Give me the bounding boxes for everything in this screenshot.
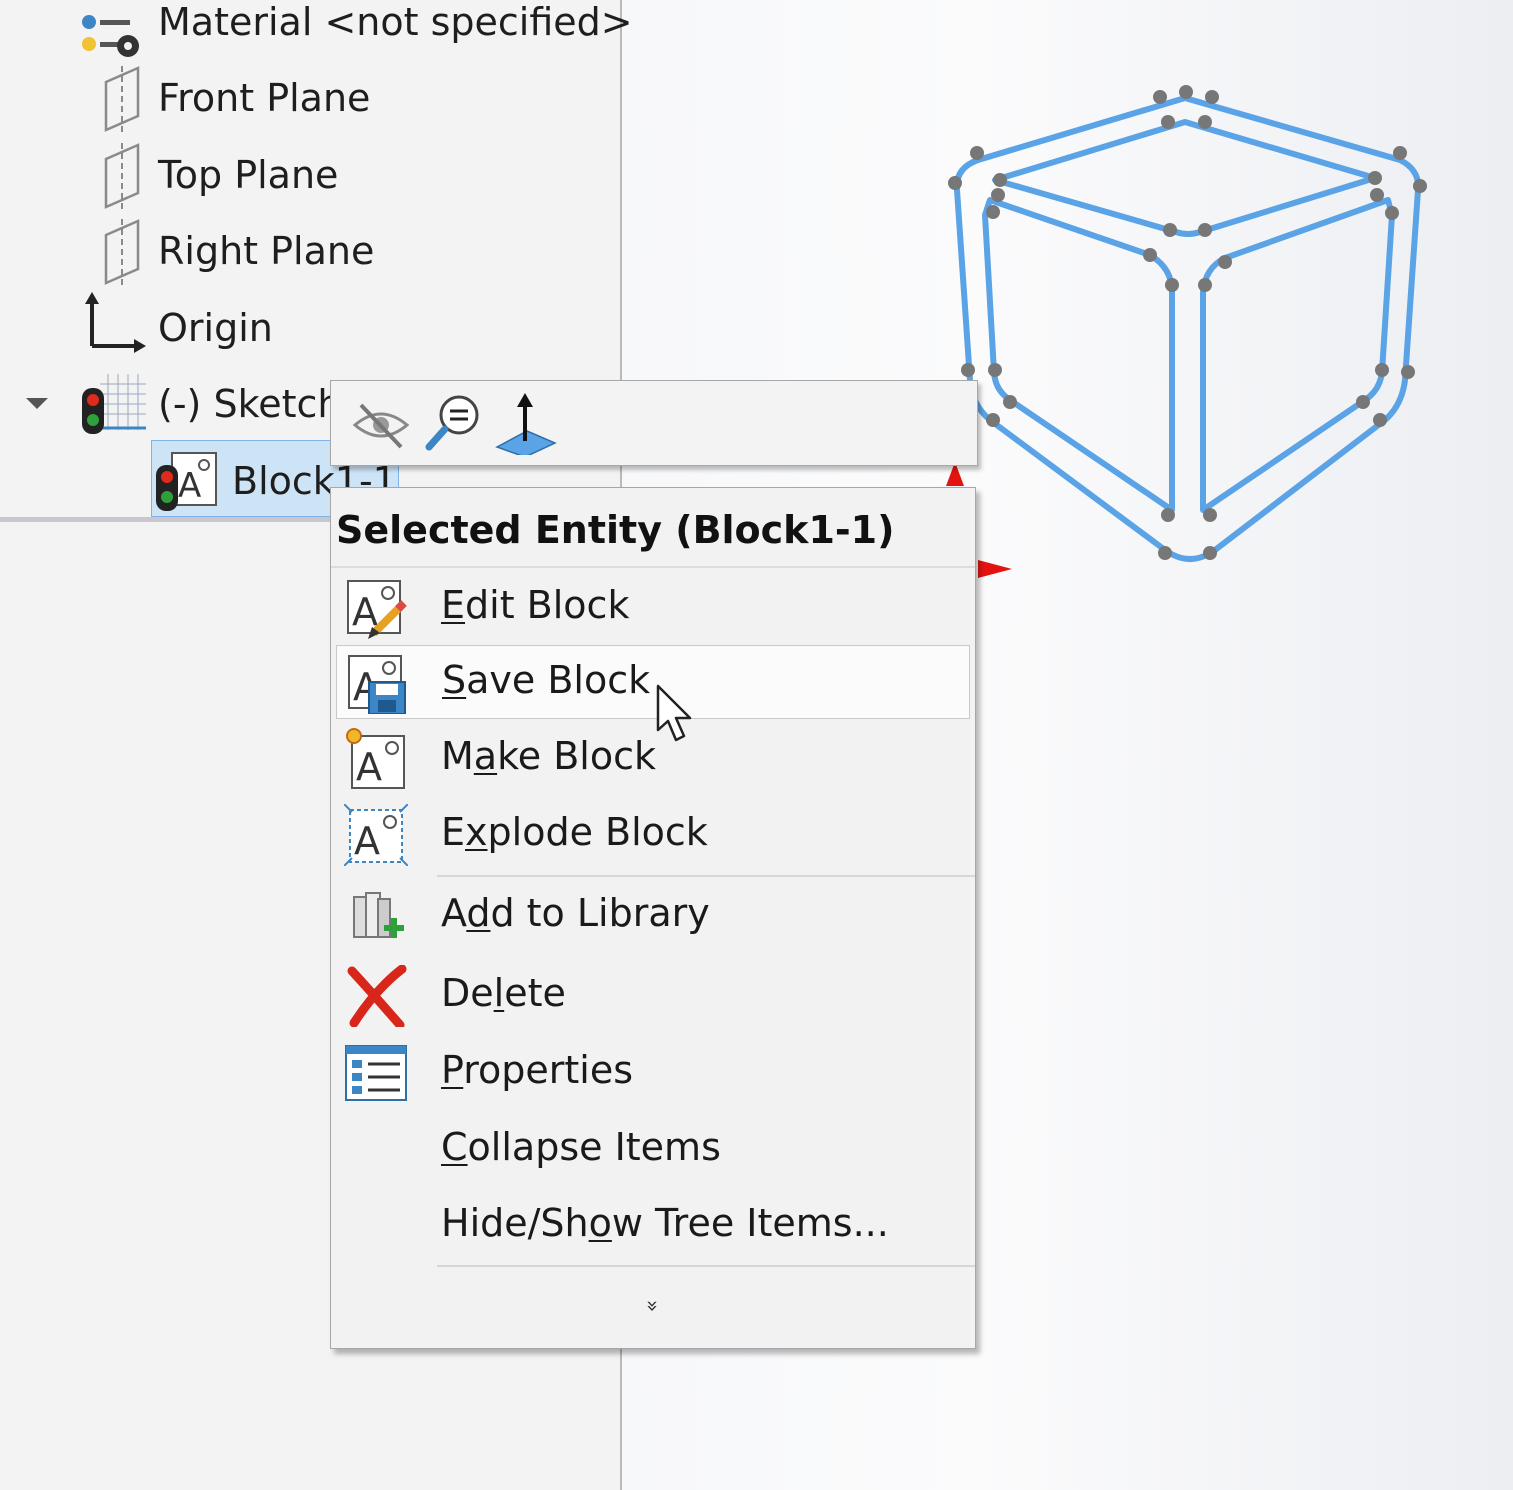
add-library-icon — [353, 892, 404, 938]
context-toolbar — [330, 380, 978, 466]
origin-icon — [85, 292, 146, 353]
plane-icon — [104, 143, 140, 209]
menu-item-edit-block[interactable]: A Edit Block — [336, 571, 970, 645]
material-icon — [82, 15, 139, 57]
tree-item-top-plane[interactable]: Top Plane — [158, 153, 338, 197]
menu-item-collapse-items[interactable]: Collapse Items — [336, 1113, 970, 1187]
plane-icon — [104, 219, 140, 285]
tree-item-front-plane[interactable]: Front Plane — [158, 76, 370, 120]
menu-separator — [437, 875, 975, 877]
menu-item-label: Explode Block — [441, 810, 708, 854]
delete-icon — [347, 965, 407, 1027]
sketch-icon — [82, 374, 146, 434]
tree-item-right-plane[interactable]: Right Plane — [158, 229, 374, 273]
menu-item-save-block[interactable]: A Save Block — [336, 645, 970, 719]
block-sketch-geometry[interactable] — [930, 70, 1440, 580]
menu-item-label: Properties — [441, 1048, 634, 1092]
context-menu: Selected Entity (Block1-1) A Edit Block … — [330, 487, 976, 1349]
make-block-icon: A — [346, 728, 405, 789]
tree-item-material[interactable]: Material <not specified> — [158, 0, 633, 44]
menu-item-label: Delete — [441, 971, 566, 1015]
collapse-arrow-icon[interactable] — [26, 398, 48, 409]
edit-block-icon: A — [347, 580, 407, 639]
menu-item-label: Edit Block — [441, 583, 630, 627]
eye-hidden-icon[interactable] — [349, 391, 413, 455]
zoom-selection-icon[interactable] — [421, 391, 485, 455]
menu-item-label: Make Block — [441, 734, 656, 778]
menu-item-label: Add to Library — [441, 891, 710, 935]
menu-item-make-block[interactable]: A Make Block — [336, 722, 970, 796]
menu-item-hide-show-tree-items[interactable]: Hide/Show Tree Items... — [336, 1189, 970, 1263]
tree-item-sketch[interactable]: (-) Sketch — [158, 382, 341, 426]
menu-item-label: Hide/Show Tree Items... — [441, 1201, 889, 1245]
menu-item-label: Save Block — [442, 658, 651, 702]
block-icon: A — [156, 452, 217, 511]
svg-text:A: A — [356, 745, 382, 789]
x-axis-marker — [978, 560, 1012, 578]
properties-icon — [345, 1045, 407, 1101]
menu-separator — [331, 566, 975, 568]
plane-icon — [104, 66, 140, 132]
menu-separator — [437, 1265, 975, 1267]
svg-text:A: A — [354, 819, 380, 863]
menu-header: Selected Entity (Block1-1) — [336, 508, 895, 552]
expand-menu-chevron-icon[interactable]: » — [641, 1294, 665, 1318]
save-block-icon: A — [348, 655, 406, 714]
menu-item-label: Collapse Items — [441, 1125, 721, 1169]
tree-item-origin[interactable]: Origin — [158, 306, 273, 350]
explode-block-icon: A — [344, 804, 408, 866]
menu-item-explode-block[interactable]: A Explode Block — [336, 798, 970, 872]
menu-item-add-to-library[interactable]: Add to Library — [336, 879, 970, 953]
normal-to-icon[interactable] — [493, 391, 557, 455]
menu-item-properties[interactable]: Properties — [336, 1036, 970, 1110]
svg-text:A: A — [178, 466, 201, 506]
mouse-cursor-icon — [656, 684, 692, 742]
menu-item-delete[interactable]: Delete — [336, 959, 970, 1033]
